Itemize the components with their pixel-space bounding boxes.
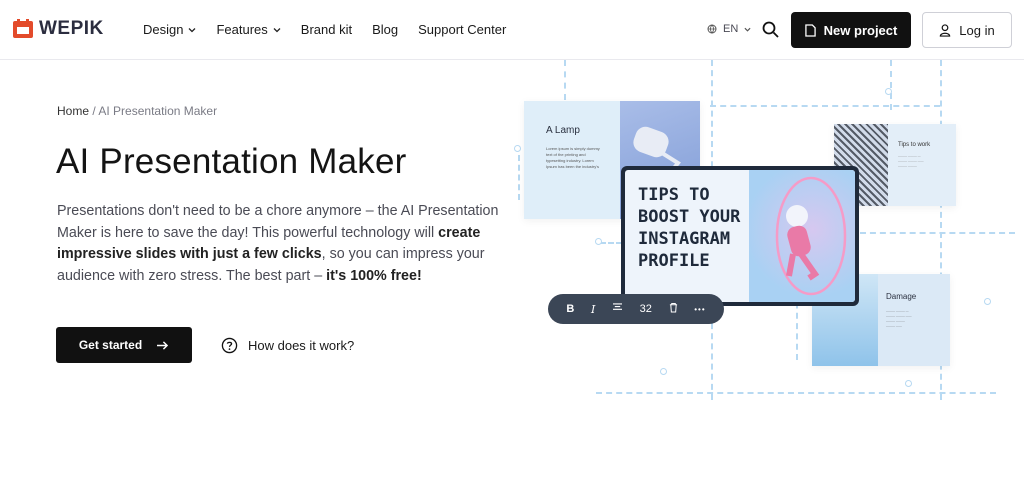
delete-button[interactable] xyxy=(669,302,678,316)
login-button[interactable]: Log in xyxy=(922,12,1012,48)
wepik-logo[interactable]: WEPIK xyxy=(12,18,104,40)
italic-button[interactable]: I xyxy=(591,303,595,316)
lamp-text: Lorem ipsum is simply dummy text of the … xyxy=(546,146,600,169)
nav-design[interactable]: Design xyxy=(143,22,196,37)
nav-brand-kit[interactable]: Brand kit xyxy=(301,22,352,37)
align-button[interactable] xyxy=(612,303,623,315)
top-navbar: WEPIK Design Features Brand kit Blog Sup… xyxy=(0,0,1024,60)
chevron-down-icon xyxy=(744,27,751,32)
nav-features[interactable]: Features xyxy=(216,22,281,37)
trash-icon xyxy=(669,302,677,313)
hero-description: Presentations don't need to be a chore a… xyxy=(57,201,502,287)
desc-bold2: it's 100% free! xyxy=(326,267,422,284)
get-started-label: Get started xyxy=(78,338,143,352)
font-size-button[interactable]: 32 xyxy=(640,303,652,315)
document-icon xyxy=(804,23,816,37)
logo-text: WEPIK xyxy=(39,18,104,39)
page-title: AI Presentation Maker xyxy=(56,142,407,181)
astronaut-icon xyxy=(775,176,847,296)
search-icon xyxy=(762,21,779,38)
astronaut-image xyxy=(749,170,855,302)
breadcrumb: Home / AI Presentation Maker xyxy=(57,104,217,118)
hero-illustration: A Lamp Lorem ipsum is simply dummy text … xyxy=(500,60,1020,420)
breadcrumb-separator: / xyxy=(92,104,96,118)
globe-icon xyxy=(707,24,717,34)
user-icon xyxy=(940,23,951,37)
more-options-button[interactable]: ••• xyxy=(694,305,705,314)
damage-title: Damage xyxy=(886,292,917,301)
question-circle-icon xyxy=(221,337,238,354)
selected-slide-title: TIPS TO BOOST YOUR INSTAGRAM PROFILE xyxy=(638,185,741,271)
main-nav: Design Features Brand kit Blog Support C… xyxy=(143,22,526,37)
nav-features-label: Features xyxy=(216,22,268,37)
chevron-down-icon xyxy=(273,27,281,32)
arrow-right-icon xyxy=(157,340,169,350)
align-center-icon xyxy=(612,303,622,310)
wepik-logo-icon xyxy=(13,19,33,38)
how-does-it-work-link[interactable]: How does it work? xyxy=(221,337,354,354)
get-started-button[interactable]: Get started xyxy=(56,327,192,363)
nav-brand-kit-label: Brand kit xyxy=(300,22,353,37)
selected-slide-card[interactable]: TIPS TO BOOST YOUR INSTAGRAM PROFILE xyxy=(621,166,859,306)
nav-support-center-label: Support Center xyxy=(418,22,507,37)
language-label: EN xyxy=(723,23,739,35)
login-label: Log in xyxy=(959,22,995,38)
nav-design-label: Design xyxy=(143,22,184,37)
new-project-button[interactable]: New project xyxy=(791,12,911,48)
text-format-toolbar: B I 32 ••• xyxy=(548,294,724,324)
search-button[interactable] xyxy=(761,20,781,40)
bold-button[interactable]: B xyxy=(566,303,574,315)
nav-blog[interactable]: Blog xyxy=(372,22,398,37)
breadcrumb-current: AI Presentation Maker xyxy=(98,104,218,118)
nav-blog-label: Blog xyxy=(372,22,399,37)
desc-part1: Presentations don't need to be a chore a… xyxy=(57,203,499,241)
tips-small-title: Tips to work xyxy=(898,142,931,148)
breadcrumb-home[interactable]: Home xyxy=(57,104,89,118)
lamp-title: A Lamp xyxy=(546,125,580,136)
new-project-label: New project xyxy=(823,22,898,38)
chevron-down-icon xyxy=(189,27,196,32)
nav-support-center[interactable]: Support Center xyxy=(418,22,506,37)
language-selector[interactable]: EN xyxy=(707,23,751,35)
how-label: How does it work? xyxy=(248,338,355,353)
